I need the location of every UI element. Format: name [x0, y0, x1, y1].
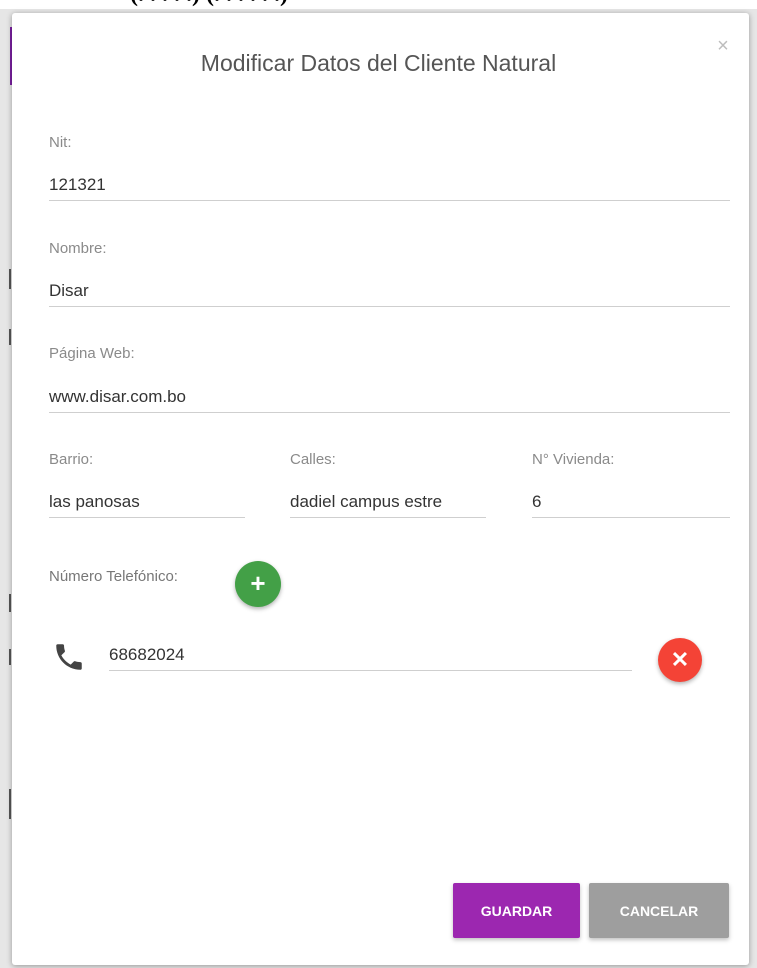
phone-number-input[interactable]	[109, 640, 632, 671]
top-caption-text: (. . . . .) (. . . . . .)	[130, 0, 288, 8]
background-divider	[9, 789, 11, 819]
vivienda-input[interactable]	[532, 487, 730, 518]
vivienda-label: N° Vivienda:	[532, 451, 615, 468]
plus-icon: +	[250, 568, 266, 598]
x-icon: ✕	[670, 647, 690, 672]
nit-label: Nit:	[49, 134, 72, 151]
save-button[interactable]: GUARDAR	[453, 883, 580, 938]
background-divider	[9, 649, 11, 665]
nombre-input[interactable]	[49, 276, 730, 307]
phone-icon	[56, 644, 82, 670]
add-phone-button[interactable]: +	[235, 561, 281, 607]
nit-input[interactable]	[49, 170, 730, 201]
barrio-label: Barrio:	[49, 451, 94, 468]
nombre-label: Nombre:	[49, 240, 107, 257]
calles-label: Calles:	[290, 451, 336, 468]
dialog-title: Modificar Datos del Cliente Natural	[200, 50, 557, 76]
remove-phone-button[interactable]: ✕	[658, 638, 702, 682]
background-divider	[9, 269, 11, 289]
pagina-web-input[interactable]	[49, 382, 730, 413]
background-divider	[9, 329, 11, 345]
barrio-input[interactable]	[49, 487, 245, 518]
calles-input[interactable]	[290, 487, 486, 518]
cancel-button[interactable]: CANCELAR	[589, 883, 729, 938]
top-caption-strip: (. . . . .) (. . . . . .)	[0, 0, 757, 9]
pagina-web-label: Página Web:	[49, 345, 135, 362]
background-divider	[9, 594, 11, 612]
telefono-label: Número Telefónico:	[49, 568, 178, 585]
